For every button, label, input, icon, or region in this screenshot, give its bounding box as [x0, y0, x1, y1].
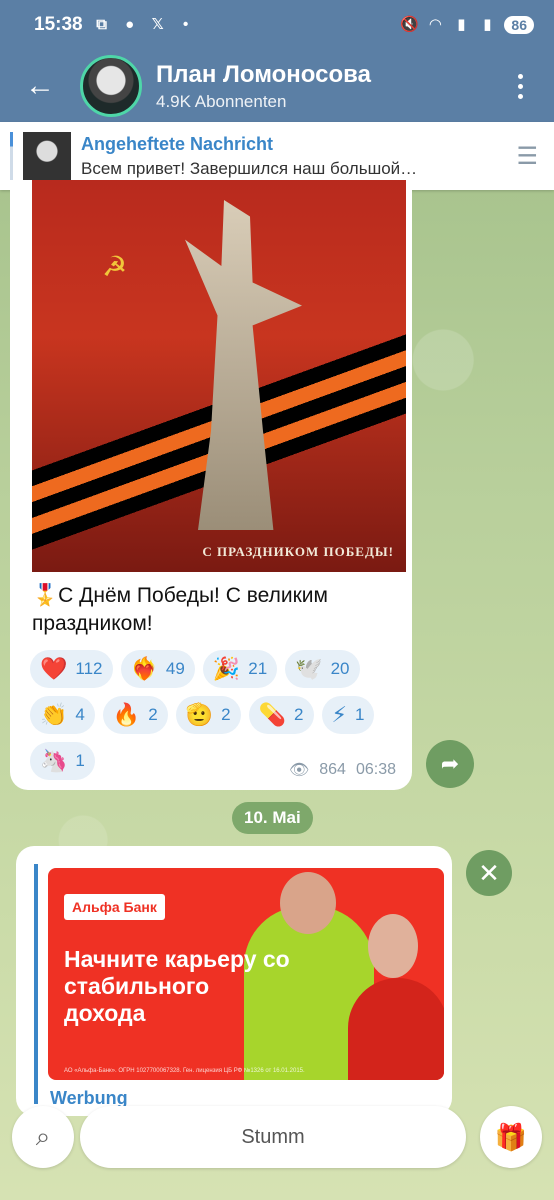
- signal2-icon: ▮: [483, 16, 492, 33]
- reaction-count: 49: [165, 659, 185, 678]
- ad-accent-bar: [34, 864, 38, 1104]
- wifi-icon: ◠: [429, 16, 442, 33]
- date-separator: 10. Mai: [232, 802, 313, 834]
- views-icon: 👁: [288, 762, 310, 779]
- reaction-count: 1: [354, 705, 365, 724]
- post-caption: 🎖️С Днём Победы! С великим праздником!: [32, 584, 328, 635]
- reaction-count: 20: [330, 659, 350, 678]
- signal-icon: ▮: [457, 16, 466, 33]
- reaction-count: 1: [75, 751, 85, 770]
- reaction-emoji-icon: ⚡: [331, 702, 347, 727]
- reaction-emoji-icon: 🫡: [185, 702, 214, 727]
- app-notification-icon: ●: [125, 16, 135, 33]
- ad-headline: Начните карьеру со стабильного дохода: [64, 946, 290, 1026]
- more-notifications-icon: •: [182, 16, 189, 33]
- ad-person-red: [348, 978, 444, 1080]
- gift-icon[interactable]: 🎁: [480, 1106, 542, 1168]
- ad-fine-print: АО «Альфа-Банк». ОГРН 1027700067328. Ген…: [64, 1068, 305, 1074]
- reaction-chip[interactable]: 🔥 2: [102, 696, 168, 734]
- reaction-count: 2: [294, 705, 304, 724]
- reaction-emoji-icon: ❤️‍🔥: [130, 656, 158, 681]
- reaction-count: 2: [148, 705, 158, 724]
- reaction-count: 2: [221, 705, 231, 724]
- more-menu-icon[interactable]: [498, 50, 542, 122]
- channel-title: План Ломоносова: [156, 60, 371, 88]
- subscriber-count: 4.9K Abonnenten: [156, 91, 287, 111]
- reaction-chip[interactable]: 💊 2: [248, 696, 314, 734]
- channel-post: ☭ С ПРАЗДНИКОМ ПОБЕДЫ! 🎖️С Днём Победы! …: [10, 180, 412, 790]
- views-count: 864: [319, 761, 346, 778]
- chat-header: ← План Ломоносова 4.9K Abonnenten: [0, 50, 554, 122]
- poster-caption: С ПРАЗДНИКОМ ПОБЕДЫ!: [202, 544, 394, 559]
- reaction-emoji-icon: 🔥: [112, 702, 141, 727]
- post-time: 06:38: [355, 761, 396, 778]
- reaction-count: 21: [248, 659, 268, 678]
- pinned-indicator: [10, 132, 13, 180]
- reaction-emoji-icon: 🎉: [212, 656, 241, 681]
- screenshot-icon: ⧉: [96, 16, 107, 33]
- statue-illustration: [185, 200, 302, 530]
- status-time: 15:38: [34, 14, 83, 35]
- status-bar: 15:38 ⧉ ● 𝕏 • 🔇 ◠ ▮ ▮ 86: [0, 0, 554, 50]
- channel-info[interactable]: План Ломоносова 4.9K Abonnenten: [156, 61, 371, 112]
- x-icon: 𝕏: [151, 16, 164, 33]
- bottom-bar: ⌕ Stumm 🎁: [0, 1098, 554, 1200]
- sponsored-message[interactable]: Альфа Банк Начните карьеру со стабильног…: [16, 846, 452, 1116]
- reaction-count: 4: [75, 705, 85, 724]
- mute-button[interactable]: Stumm: [80, 1106, 466, 1168]
- reaction-emoji-icon: 👏: [40, 702, 68, 727]
- reaction-chip[interactable]: ⚡ 1: [321, 696, 375, 734]
- post-meta: 👁 864 06:38: [289, 760, 396, 780]
- reaction-chip[interactable]: 🦄 1: [30, 742, 95, 780]
- reaction-chip[interactable]: 🎉 21: [202, 650, 278, 688]
- mute-icon: 🔇: [400, 16, 420, 33]
- pinned-title: Angeheftete Nachricht: [81, 133, 274, 154]
- ad-person-head: [280, 872, 336, 934]
- victory-day-poster[interactable]: ☭ С ПРАЗДНИКОМ ПОБЕДЫ!: [32, 180, 406, 572]
- reaction-chip[interactable]: 🕊️ 20: [285, 650, 360, 688]
- ad-person-head-2: [368, 914, 418, 978]
- close-ad-icon[interactable]: ✕: [466, 850, 512, 896]
- pinned-thumbnail: [23, 132, 71, 180]
- reaction-chip[interactable]: 👏 4: [30, 696, 95, 734]
- share-icon[interactable]: ➦: [426, 740, 474, 788]
- reaction-emoji-icon: ❤️: [40, 656, 68, 681]
- pinned-preview: Всем привет! Завершился наш большой…: [81, 158, 418, 178]
- back-arrow-icon[interactable]: ←: [0, 50, 80, 122]
- alfa-bank-logo: Альфа Банк: [64, 894, 165, 920]
- channel-avatar[interactable]: [80, 55, 142, 117]
- reaction-emoji-icon: 💊: [258, 702, 287, 727]
- hammer-sickle-icon: ☭: [102, 251, 128, 282]
- reaction-chip[interactable]: 🫡 2: [175, 696, 241, 734]
- reaction-chip[interactable]: ❤️‍🔥 49: [120, 650, 195, 688]
- reaction-emoji-icon: 🦄: [40, 748, 68, 773]
- battery-icon: 86: [504, 16, 534, 34]
- reaction-chip[interactable]: ❤️ 112: [30, 650, 113, 688]
- pinned-list-icon[interactable]: ☰: [516, 142, 538, 171]
- reaction-count: 112: [75, 659, 103, 678]
- ad-image[interactable]: Альфа Банк Начните карьеру со стабильног…: [48, 868, 444, 1080]
- reaction-emoji-icon: 🕊️: [295, 656, 323, 681]
- search-icon[interactable]: ⌕: [12, 1106, 74, 1168]
